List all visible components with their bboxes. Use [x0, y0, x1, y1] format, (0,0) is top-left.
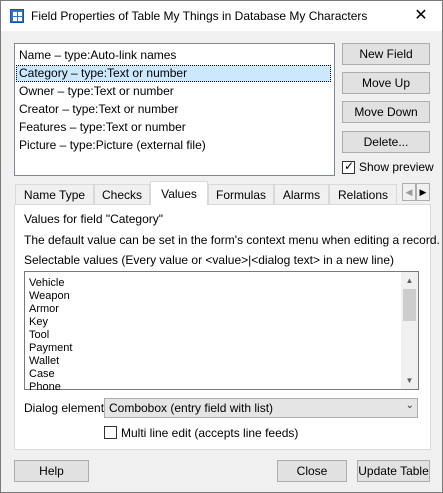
values-heading: Values for field "Category": [24, 212, 164, 226]
selectable-values-label: Selectable values (Every value or <value…: [24, 253, 395, 267]
multiline-label: Multi line edit (accepts line feeds): [121, 426, 299, 440]
value-line: Phone: [29, 381, 61, 393]
value-line: Case: [29, 368, 55, 380]
field-item[interactable]: Creator – type:Text or number: [19, 101, 178, 118]
tab-scroll-left-icon[interactable]: ◀: [402, 183, 416, 201]
tab-name-type[interactable]: Name Type: [15, 184, 94, 204]
help-button[interactable]: Help: [14, 460, 89, 482]
scrollbar-thumb[interactable]: [403, 289, 416, 321]
tab-values[interactable]: Values: [150, 181, 208, 205]
selectable-values-textarea[interactable]: Vehicle Weapon Armor Key Tool Payment Wa…: [24, 271, 419, 393]
field-item[interactable]: Name – type:Auto-link names: [19, 47, 176, 64]
dialog-element-select[interactable]: Combobox (entry field with list) ⌄: [104, 398, 418, 418]
values-scrollbar[interactable]: ▲ ▼: [401, 272, 418, 389]
scroll-down-icon[interactable]: ▼: [401, 372, 418, 389]
default-value-info: The default value can be set in the form…: [24, 233, 440, 247]
tab-formulas[interactable]: Formulas: [208, 184, 274, 204]
app-icon: [10, 9, 24, 23]
update-table-button[interactable]: Update Table: [357, 460, 430, 482]
value-line: Wallet: [29, 355, 60, 367]
field-properties-dialog: Field Properties of Table My Things in D…: [0, 0, 443, 493]
value-line: Payment: [29, 342, 73, 354]
tab-alarms[interactable]: Alarms: [274, 184, 329, 204]
value-line: Armor: [29, 303, 59, 315]
window-title: Field Properties of Table My Things in D…: [31, 9, 368, 23]
field-item[interactable]: Picture – type:Picture (external file): [19, 137, 206, 154]
checkmark-icon: ✓: [344, 159, 355, 173]
field-list[interactable]: Name – type:Auto-link names Category – t…: [14, 43, 335, 176]
tab-checks[interactable]: Checks: [94, 184, 150, 204]
tab-relations[interactable]: Relations: [329, 184, 397, 204]
multiline-checkbox[interactable]: [104, 426, 117, 439]
delete-button[interactable]: Delete...: [342, 131, 430, 153]
dialog-element-label: Dialog element:: [24, 401, 108, 415]
new-field-button[interactable]: New Field: [342, 43, 430, 65]
field-item-selected[interactable]: Category – type:Text or number: [16, 65, 331, 82]
close-button[interactable]: Close: [277, 460, 347, 482]
show-preview-checkbox[interactable]: ✓: [342, 159, 355, 174]
show-preview-label: Show preview: [359, 160, 434, 174]
field-item[interactable]: Owner – type:Text or number: [19, 83, 174, 100]
value-line: Tool: [29, 329, 50, 341]
value-line: Vehicle: [29, 277, 65, 289]
close-window-button[interactable]: ✕: [400, 1, 442, 31]
field-item[interactable]: Features – type:Text or number: [19, 119, 186, 136]
value-line: Weapon: [29, 290, 70, 302]
scroll-up-icon[interactable]: ▲: [401, 272, 418, 289]
title-bar: Field Properties of Table My Things in D…: [1, 1, 442, 31]
tab-scroll-right-icon[interactable]: ▶: [416, 183, 430, 201]
move-up-button[interactable]: Move Up: [342, 72, 430, 94]
move-down-button[interactable]: Move Down: [342, 101, 430, 123]
dialog-element-value: Combobox (entry field with list): [109, 401, 274, 415]
value-line: Key: [29, 316, 48, 328]
chevron-down-icon: ⌄: [405, 400, 414, 411]
